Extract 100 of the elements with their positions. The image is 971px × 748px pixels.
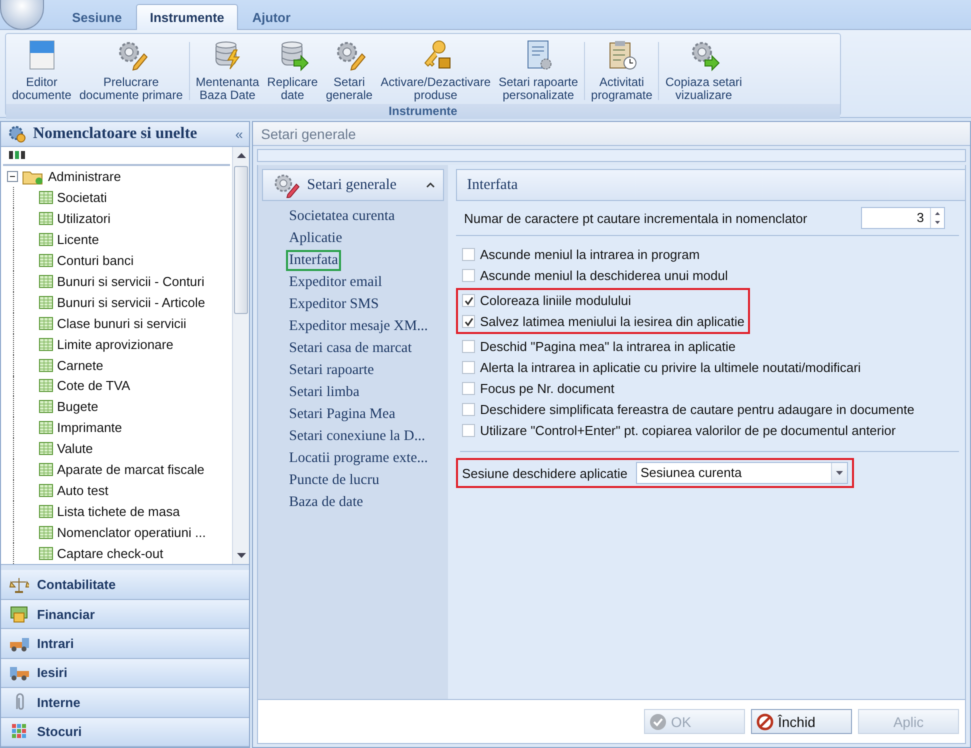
nav-header[interactable]: Setari generale [262, 169, 444, 201]
gear-icon [7, 124, 27, 144]
checkbox[interactable] [462, 269, 475, 282]
ribbon-button[interactable]: Mentenanta Baza Date [192, 36, 264, 104]
tree-item[interactable]: Imprimante [57, 420, 122, 436]
tree-item[interactable]: Valute [57, 441, 93, 456]
checkbox-label: Focus pe Nr. document [480, 381, 614, 396]
checkbox[interactable] [462, 424, 475, 437]
table-icon [39, 546, 53, 560]
tree-item[interactable]: Aparate de marcat fiscale [57, 462, 204, 478]
nav-item[interactable]: Expeditor mesaje XM... [286, 316, 431, 337]
table-icon [39, 233, 53, 246]
ribbon-button[interactable]: Replicare date [263, 36, 322, 104]
tree-item[interactable]: Utilizatori [57, 211, 110, 226]
module-button[interactable]: Iesiri [1, 658, 249, 688]
scroll-up-icon[interactable] [236, 152, 246, 158]
caret-icon [426, 182, 435, 188]
collapse-button[interactable]: « [235, 126, 243, 142]
close-button[interactable]: Închid [751, 709, 852, 734]
number-field[interactable]: 3 [861, 207, 945, 229]
table-icon [39, 484, 53, 497]
section-header: Interfata [456, 169, 965, 201]
folder-icon [22, 168, 44, 185]
checkbox-label: Ascunde meniul la intrarea in program [480, 247, 700, 262]
dropdown-arrow-icon[interactable] [836, 471, 842, 475]
ribbon-tab[interactable]: Sesiune [58, 4, 136, 30]
checkbox-label: Coloreaza liniile modulului [480, 293, 632, 308]
tree-item[interactable]: Lista tichete de masa [57, 504, 180, 519]
checkbox[interactable] [462, 294, 475, 307]
table-icon [39, 274, 53, 288]
checkbox[interactable] [462, 315, 475, 328]
checkbox[interactable] [462, 361, 475, 374]
ribbon-tab[interactable]: Ajutor [238, 4, 305, 30]
table-icon [39, 421, 53, 434]
tree-item[interactable]: Bunuri si servicii - Articole [57, 294, 206, 310]
dropdown[interactable]: Sesiunea curenta [636, 462, 848, 484]
money-icon [9, 604, 29, 624]
nav-item[interactable]: Puncte de lucru [286, 470, 382, 491]
checkbox[interactable] [462, 340, 475, 353]
nav-item[interactable]: Setari Pagina Mea [286, 404, 398, 425]
ribbon-button[interactable]: Activitati programate [587, 36, 656, 104]
tree-item[interactable]: Cote de TVA [57, 378, 130, 394]
nav-item[interactable]: Societatea curenta [286, 206, 398, 227]
table-icon [39, 338, 53, 351]
app-menu-button[interactable] [0, 0, 44, 30]
scroll-down-icon[interactable] [236, 552, 246, 558]
module-button[interactable]: Interne [1, 688, 249, 718]
checkbox-label: Ascunde meniul la deschiderea unui modul [480, 268, 728, 283]
tree-item[interactable]: Carnete [57, 358, 104, 373]
tree-item[interactable]: Limite aprovizionare [57, 336, 174, 352]
panel-title: Nomenclatoare si unelte [33, 124, 198, 143]
module-button[interactable]: Contabilitate [1, 570, 249, 600]
stop-icon [756, 712, 774, 730]
checkbox[interactable] [462, 248, 475, 261]
module-button[interactable]: Stocuri [1, 718, 249, 748]
table-icon [39, 379, 53, 392]
tree-item[interactable]: Nomenclator operatiuni ... [57, 524, 206, 540]
field-label: Numar de caractere pt cautare incrementala in nomenclator [464, 210, 808, 226]
nav-item[interactable]: Setari limba [286, 382, 362, 403]
nav-item[interactable]: Locatii programe exte... [286, 448, 431, 469]
nav-item[interactable]: Setari rapoarte [286, 360, 377, 381]
checkbox-label: Alerta la intrarea in aplicatie cu privire la ultimele noutati/modificari [480, 360, 861, 375]
tree-item[interactable]: Administrare [48, 169, 121, 184]
module-button[interactable]: Financiar [1, 600, 249, 630]
checkbox[interactable] [462, 403, 475, 416]
nav-item[interactable]: Setari conexiune la D... [286, 426, 428, 447]
sort-icon[interactable] [9, 151, 25, 160]
collapse-icon[interactable] [7, 171, 18, 182]
ribbon-button[interactable]: Activare/Dezactivare produse [376, 36, 495, 104]
tree-item[interactable]: Clase bunuri si servicii [57, 316, 186, 331]
table-icon [39, 191, 53, 204]
tree-item[interactable]: Auto test [57, 482, 108, 498]
ribbon-button[interactable]: Copiaza setari vizualizare [661, 36, 746, 104]
tree-item[interactable]: Captare check-out [57, 546, 164, 561]
checkbox-label: Salvez latimea meniului la iesirea din aplicatie [480, 314, 744, 329]
scroll-thumb[interactable] [234, 166, 248, 314]
checkbox[interactable] [462, 382, 475, 395]
nav-item[interactable]: Setari casa de marcat [286, 338, 415, 359]
nav-item[interactable]: Interfata [286, 250, 342, 271]
table-icon [39, 358, 53, 372]
nav-item[interactable]: Expeditor email [286, 272, 386, 293]
ribbon-button[interactable]: Setari generale [322, 36, 377, 104]
tree-item[interactable]: Societati [57, 190, 107, 206]
module-button[interactable]: Intrari [1, 629, 249, 659]
field-label: Sesiune deschidere aplicatie [462, 466, 628, 480]
ribbon-button[interactable]: Setari rapoarte personalizate [494, 36, 582, 104]
checkbox-label: Deschidere simplificata fereastra de cautare pentru adaugare in documente [480, 402, 914, 417]
tree-item[interactable]: Conturi banci [57, 253, 134, 268]
ribbon-button[interactable]: Editor documente [8, 36, 76, 104]
table-icon [39, 400, 53, 414]
tree-item[interactable]: Bugete [57, 399, 98, 414]
table-icon [39, 212, 53, 226]
nav-item[interactable]: Baza de date [286, 492, 366, 513]
ribbon-button[interactable]: Prelucrare documente primare [75, 36, 187, 104]
ribbon-tab[interactable]: Instrumente [136, 4, 238, 30]
nav-item[interactable]: Expeditor SMS [286, 294, 382, 315]
nav-item[interactable]: Aplicatie [286, 228, 346, 249]
tree-item[interactable]: Licente [57, 232, 99, 248]
table-icon [39, 442, 53, 456]
tree-item[interactable]: Bunuri si servicii - Conturi [57, 274, 204, 289]
